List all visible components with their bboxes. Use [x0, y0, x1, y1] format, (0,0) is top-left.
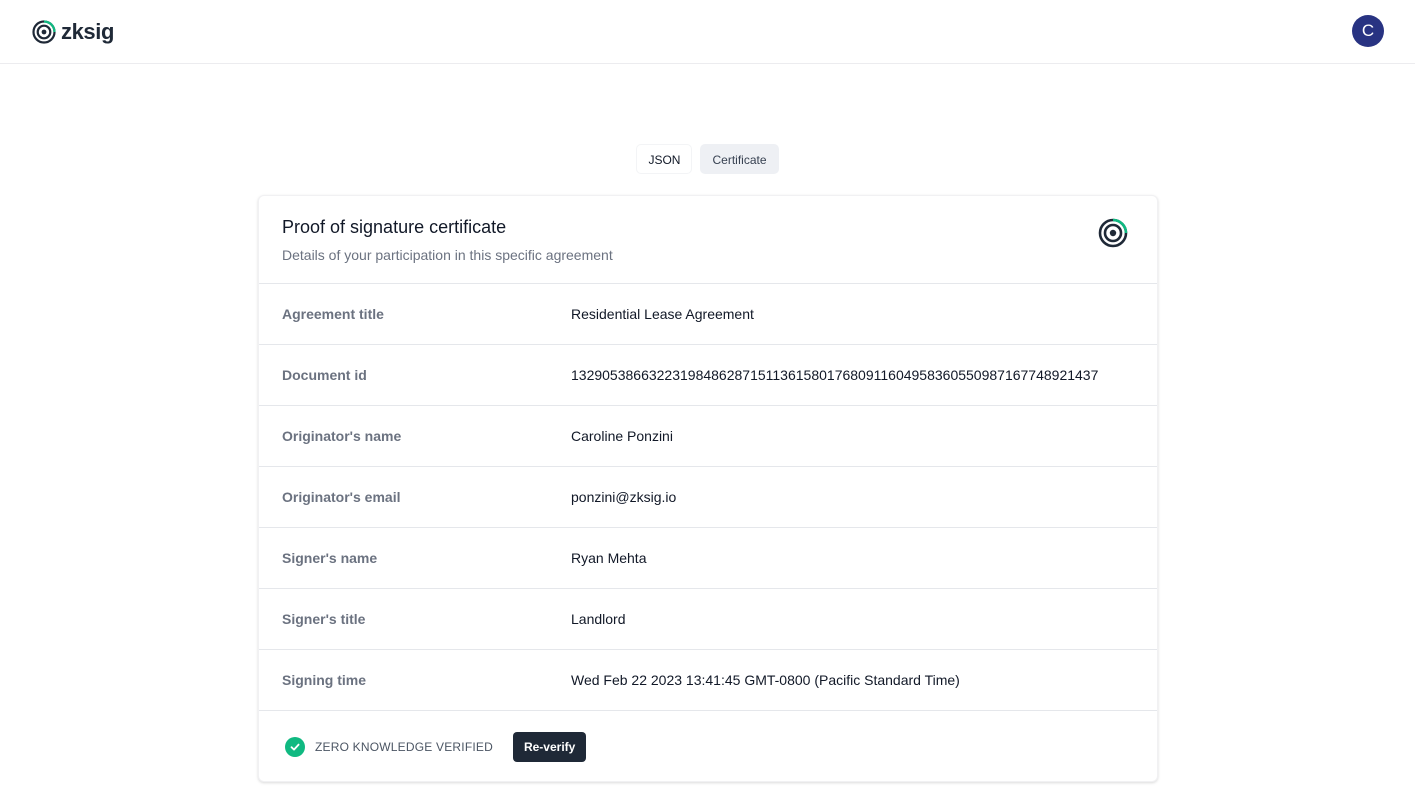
check-circle-icon [285, 737, 305, 757]
certificate-subtitle: Details of your participation in this sp… [282, 247, 613, 263]
row-signer-title: Signer's title Landlord [259, 589, 1157, 650]
row-label: Agreement title [282, 306, 384, 322]
row-originator-name: Originator's name Caroline Ponzini [259, 406, 1157, 467]
row-label: Signer's name [282, 550, 378, 566]
row-value: Wed Feb 22 2023 13:41:45 GMT-0800 (Pacif… [571, 672, 960, 688]
certificate-card: Proof of signature certificate Details o… [258, 195, 1158, 782]
row-value: ponzini@zksig.io [571, 489, 677, 505]
row-label: Originator's email [282, 489, 401, 505]
certificate-title: Proof of signature certificate [282, 217, 507, 237]
row-originator-email: Originator's email ponzini@zksig.io [259, 467, 1157, 528]
row-value: Residential Lease Agreement [571, 306, 754, 322]
row-signer-name: Signer's name Ryan Mehta [259, 528, 1157, 589]
tab-json[interactable]: JSON [636, 144, 693, 174]
brand-name: zksig [61, 19, 115, 44]
view-tabs: JSON Certificate [0, 144, 1415, 174]
zksig-logo-icon [32, 20, 56, 44]
row-document-id: Document id 1329053866322319848628715113… [259, 345, 1157, 406]
zksig-logo-icon [1098, 218, 1128, 248]
reverify-button[interactable]: Re-verify [512, 732, 587, 762]
row-label: Originator's name [282, 428, 402, 444]
row-signing-time: Signing time Wed Feb 22 2023 13:41:45 GM… [259, 650, 1157, 711]
row-value: Caroline Ponzini [571, 428, 673, 444]
top-navbar: zksig C [0, 0, 1415, 64]
certificate-header: Proof of signature certificate Details o… [259, 196, 1157, 284]
row-value: Ryan Mehta [571, 550, 647, 566]
tab-certificate[interactable]: Certificate [700, 144, 779, 174]
row-agreement-title: Agreement title Residential Lease Agreem… [259, 284, 1157, 345]
row-label: Signing time [282, 672, 366, 688]
row-label: Document id [282, 367, 367, 383]
row-value: Landlord [571, 611, 626, 627]
verification-footer: ZERO KNOWLEDGE VERIFIED Re-verify [259, 711, 1157, 781]
brand-logo[interactable]: zksig [32, 19, 114, 45]
row-value: 1329053866322319848628715113615801768091… [571, 367, 1099, 383]
verified-status: ZERO KNOWLEDGE VERIFIED [315, 740, 493, 754]
row-label: Signer's title [282, 611, 366, 627]
user-avatar[interactable]: C [1352, 15, 1384, 47]
